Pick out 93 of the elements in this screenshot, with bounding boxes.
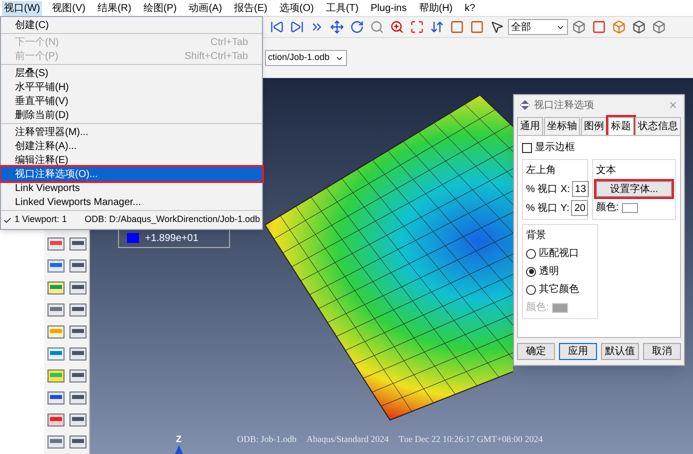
pan-icon[interactable] [328, 18, 346, 36]
tool-icon[interactable] [46, 324, 64, 340]
dialog-button[interactable]: 默认值 [601, 343, 639, 360]
date-info: Tue Dec 22 10:26:17 GMT+08:00 2024 [398, 433, 543, 446]
cube-icon[interactable] [610, 18, 628, 36]
group-title: 文本 [596, 164, 617, 178]
legend-value: +1.899e+01 [145, 233, 198, 245]
odb-info: ODB: Job-1.odb [237, 433, 297, 446]
menu-title[interactable]: 视口(W) [2, 0, 42, 16]
radio-button[interactable]: 透明 [526, 264, 594, 279]
tool-icon[interactable] [46, 368, 64, 384]
menu-item[interactable]: 编辑注释(E) [1, 153, 262, 167]
tool-icon[interactable] [46, 302, 64, 318]
menu-item[interactable]: 垂直平铺(V) [1, 94, 262, 108]
close-icon[interactable] [668, 100, 678, 110]
input-field[interactable]: 13 [572, 181, 590, 197]
tab[interactable]: 坐标轴 [544, 117, 580, 135]
tool-icon[interactable] [68, 368, 86, 384]
tab[interactable]: 状态信息 [635, 117, 681, 135]
box-zoom-icon[interactable] [388, 18, 406, 36]
color-label: 颜色: [526, 300, 549, 315]
font-button[interactable]: 设置字体... [596, 181, 672, 197]
frame-icon[interactable] [448, 18, 466, 36]
tool-icon[interactable] [68, 236, 86, 252]
radio-button[interactable]: 其它颜色 [526, 282, 594, 297]
cube-icon[interactable] [570, 18, 588, 36]
menu-item[interactable]: 创建(C) [1, 18, 262, 32]
zoom-icon[interactable] [368, 18, 386, 36]
solver-info: Abaqus/Standard 2024 [306, 433, 389, 446]
menu-item[interactable]: 删除当前(D) [1, 108, 262, 122]
menu-item[interactable]: 层叠(S) [1, 66, 262, 80]
menu-item[interactable]: 1 Viewport: 1 ODB: D:/Abaqus_WorkDirenction/Job-1.odb [1, 212, 262, 228]
legend-swatch [127, 233, 139, 243]
menu-item[interactable]: 水平平铺(H) [1, 80, 262, 94]
checkbox[interactable]: 显示边框 [522, 140, 676, 155]
tool-icon[interactable] [68, 434, 86, 450]
menu-item[interactable]: Link Viewports [1, 181, 262, 195]
input-field[interactable]: 20 [571, 200, 588, 216]
tool-icon[interactable] [68, 390, 86, 406]
menu-item[interactable]: 注释管理器(M)... [1, 125, 262, 139]
tool-icon[interactable] [68, 324, 86, 340]
odb-combo[interactable]: ction/Job-1.odb [265, 50, 347, 66]
menu-title[interactable]: 报告(E) [232, 0, 270, 16]
menu-title[interactable]: 工具(T) [324, 0, 361, 16]
dialog-title: 视口注释选项 [534, 98, 594, 112]
color-swatch[interactable] [622, 202, 638, 212]
rectangle-icon[interactable] [590, 18, 608, 36]
selection-combo[interactable]: 全部 [508, 19, 568, 35]
tool-icon[interactable] [68, 258, 86, 274]
dialog-button[interactable]: 应用 [559, 343, 597, 360]
tool-icon[interactable] [46, 412, 64, 428]
check-icon [3, 216, 12, 224]
tool-icon[interactable] [46, 236, 64, 252]
app-logo-icon [520, 100, 530, 110]
menu-title[interactable]: 动画(A) [186, 0, 224, 16]
field-label: % 视口 X: [526, 182, 570, 196]
group-title: 背景 [526, 228, 547, 243]
menu-item[interactable]: Linked Viewports Manager... [1, 195, 262, 209]
tool-icon[interactable] [46, 346, 64, 362]
cube-icon[interactable] [650, 18, 668, 36]
tool-icon[interactable] [46, 280, 64, 296]
cube-icon[interactable] [630, 18, 648, 36]
dialog-button[interactable]: 确定 [517, 343, 555, 360]
menu-title[interactable]: k? [462, 0, 478, 16]
tool-icon[interactable] [46, 258, 64, 274]
tab[interactable]: 图例 [581, 117, 607, 135]
rotate-icon[interactable] [348, 18, 366, 36]
group-title: 左上角 [526, 164, 557, 178]
menu-title[interactable]: 绘图(P) [141, 0, 179, 16]
menu-title[interactable]: 选项(O) [277, 0, 316, 16]
menu-title[interactable]: 视图(V) [50, 0, 88, 16]
radio-button[interactable]: 匹配视口 [526, 246, 594, 261]
tab[interactable]: 标题 [608, 117, 634, 135]
menu-item[interactable]: 视口注释选项(O)... [1, 167, 262, 181]
menu-title[interactable]: 帮助(H) [416, 0, 455, 16]
menu-title[interactable]: Plug-ins [368, 0, 409, 16]
frame-icon[interactable] [468, 18, 486, 36]
tool-icon[interactable] [68, 346, 86, 362]
field-label: % 视口 Y: [526, 202, 570, 216]
color-swatch[interactable] [552, 302, 568, 312]
tool-icon[interactable] [46, 390, 64, 406]
tab[interactable]: 通用 [517, 117, 543, 135]
fit-icon[interactable] [408, 18, 426, 36]
tool-icon[interactable] [68, 302, 86, 318]
axis-arrow-icon [175, 445, 183, 454]
tool-icon[interactable] [68, 280, 86, 296]
dialog-button[interactable]: 取消 [643, 343, 681, 360]
tool-icon[interactable] [68, 412, 86, 428]
axis-label: Z [176, 433, 182, 446]
color-label: 颜色: [596, 200, 619, 215]
tool-icon[interactable] [46, 434, 64, 450]
menu-title[interactable]: 结果(R) [95, 0, 134, 16]
menu-item[interactable]: 创建注释(A)... [1, 139, 262, 153]
